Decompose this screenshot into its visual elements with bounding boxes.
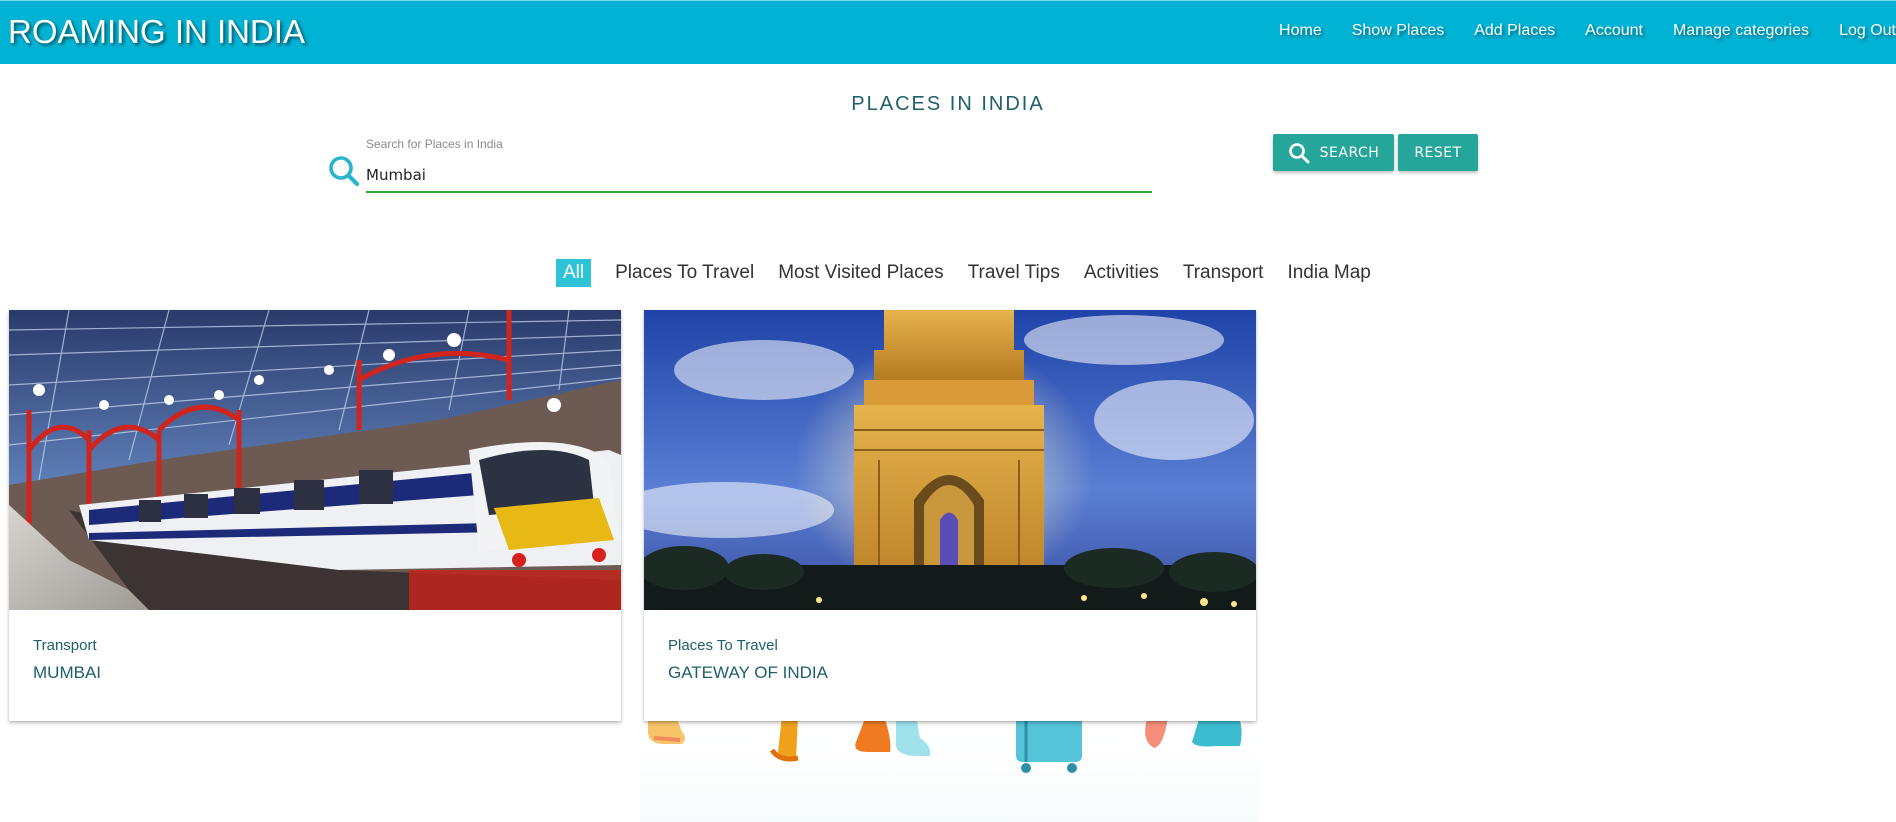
tab-transport[interactable]: Transport [1177,259,1270,287]
reset-button[interactable]: RESET [1398,134,1478,171]
card-category: Transport [33,637,97,654]
card-category: Places To Travel [668,637,778,654]
top-navbar: ROAMING IN INDIA Home Show Places Add Pl… [0,0,1896,64]
reset-button-label: RESET [1414,144,1462,161]
search-label: Search for Places in India [366,137,503,151]
brand-logo[interactable]: ROAMING IN INDIA [8,13,305,51]
search-button-label: SEARCH [1319,144,1380,161]
tab-all[interactable]: All [556,259,592,287]
nav-log-out[interactable]: Log Out [1839,22,1896,40]
card-title[interactable]: MUMBAI [33,663,101,683]
nav-home[interactable]: Home [1279,22,1322,40]
category-tabs: All Places To Travel Most Visited Places… [556,258,1389,288]
india-gate-image [644,310,1256,610]
search-button-icon [1288,142,1310,163]
main-nav: Home Show Places Add Places Account Mana… [1249,22,1896,40]
search-input[interactable] [366,159,1152,193]
tab-travel-tips[interactable]: Travel Tips [962,259,1066,287]
card-title[interactable]: GATEWAY OF INDIA [668,663,828,683]
tab-activities[interactable]: Activities [1078,259,1165,287]
tab-places-to-travel[interactable]: Places To Travel [609,259,760,287]
page-title: PLACES IN INDIA [851,93,1045,115]
nav-show-places[interactable]: Show Places [1352,22,1445,40]
train-station-image [9,310,621,610]
search-icon [326,153,362,189]
travellers-illustration [640,716,1260,822]
nav-account[interactable]: Account [1585,22,1643,40]
place-card[interactable]: Places To Travel GATEWAY OF INDIA [644,310,1256,721]
nav-add-places[interactable]: Add Places [1474,22,1555,40]
tab-most-visited-places[interactable]: Most Visited Places [772,259,949,287]
search-button[interactable]: SEARCH [1273,134,1394,171]
nav-manage-categories[interactable]: Manage categories [1673,22,1809,40]
tab-india-map[interactable]: India Map [1281,259,1376,287]
place-card[interactable]: Transport MUMBAI [9,310,621,721]
